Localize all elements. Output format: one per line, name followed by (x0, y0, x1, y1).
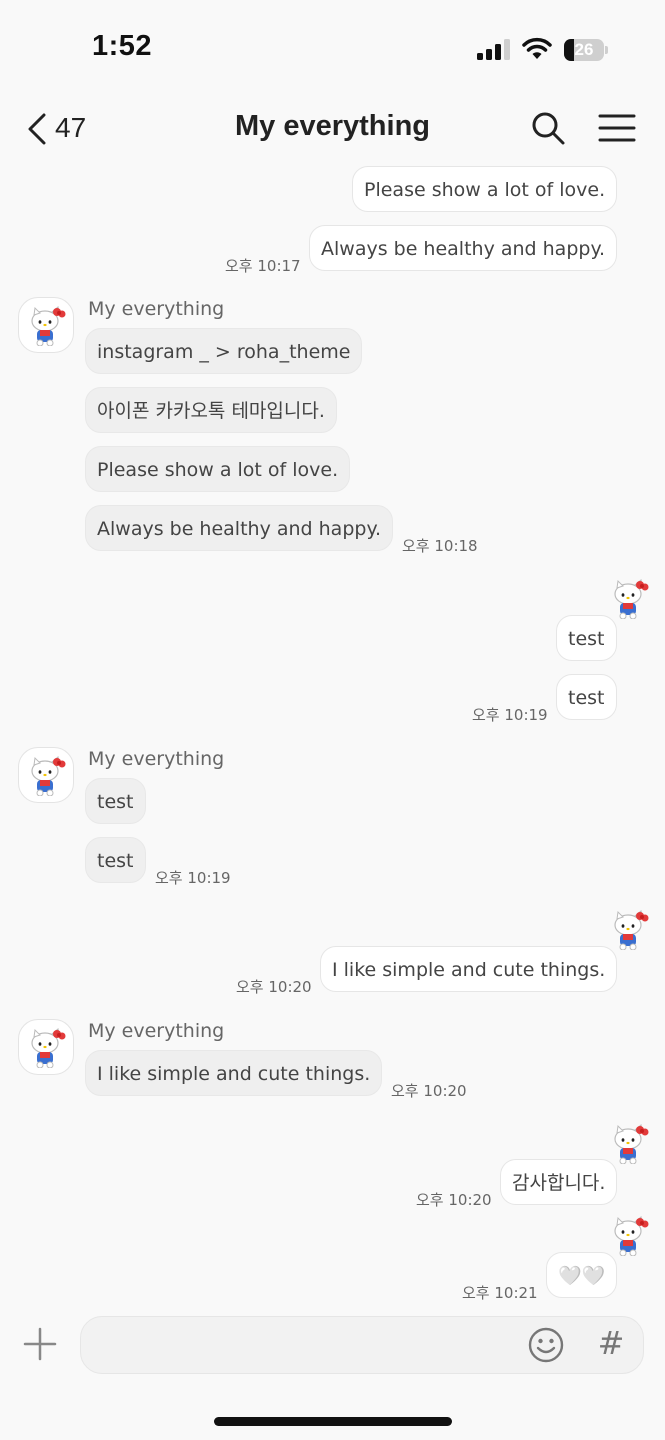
message-bubble-sent[interactable]: 감사합니다. (500, 1159, 618, 1205)
message-timestamp: 오후 10:20 (416, 1191, 492, 1209)
smiley-icon[interactable] (527, 1326, 565, 1364)
message-bubble-sent[interactable]: test (556, 674, 617, 720)
hello-kitty-avatar-icon[interactable] (18, 1019, 74, 1075)
sender-name: My everything (88, 1020, 225, 1042)
message-timestamp: 오후 10:19 (472, 706, 548, 724)
message-bubble-received[interactable]: Please show a lot of love. (85, 446, 351, 492)
message-bubble-received[interactable]: instagram _ > roha_theme (85, 328, 363, 374)
hello-kitty-avatar-icon[interactable] (18, 747, 74, 803)
sender-name: My everything (88, 748, 225, 770)
hash-icon[interactable]: # (595, 1323, 627, 1363)
hello-kitty-sticker-icon (611, 1216, 653, 1260)
message-bubble-received[interactable]: test (85, 837, 146, 883)
message-bubble-received[interactable]: Always be healthy and happy. (85, 505, 394, 551)
message-bubble-received[interactable]: I like simple and cute things. (85, 1050, 383, 1096)
hello-kitty-sticker-icon (611, 1124, 653, 1168)
message-bubble-sent[interactable]: Always be healthy and happy. (309, 225, 618, 271)
message-bubble-sent[interactable]: Please show a lot of love. (352, 166, 618, 212)
home-indicator (214, 1417, 452, 1426)
sender-name: My everything (88, 298, 225, 320)
chat-scroll-area[interactable]: Please show a lot of love. Always be hea… (0, 0, 665, 1310)
message-timestamp: 오후 10:17 (225, 257, 301, 275)
message-bubble-sent[interactable]: test (556, 615, 617, 661)
hello-kitty-sticker-icon (611, 579, 653, 623)
message-bubble-sent[interactable]: I like simple and cute things. (320, 946, 618, 992)
message-timestamp: 오후 10:21 (462, 1284, 538, 1302)
message-timestamp: 오후 10:19 (155, 869, 231, 887)
message-bubble-sent[interactable]: 🤍🤍 (546, 1252, 618, 1298)
message-timestamp: 오후 10:20 (236, 978, 312, 996)
plus-icon[interactable] (22, 1326, 58, 1362)
message-bubble-received[interactable]: 아이폰 카카오톡 테마입니다. (85, 387, 337, 433)
message-timestamp: 오후 10:18 (402, 537, 478, 555)
message-bubble-received[interactable]: test (85, 778, 146, 824)
hello-kitty-sticker-icon (611, 910, 653, 954)
hello-kitty-avatar-icon[interactable] (18, 297, 74, 353)
message-input[interactable] (99, 1327, 523, 1365)
message-timestamp: 오후 10:20 (391, 1082, 467, 1100)
